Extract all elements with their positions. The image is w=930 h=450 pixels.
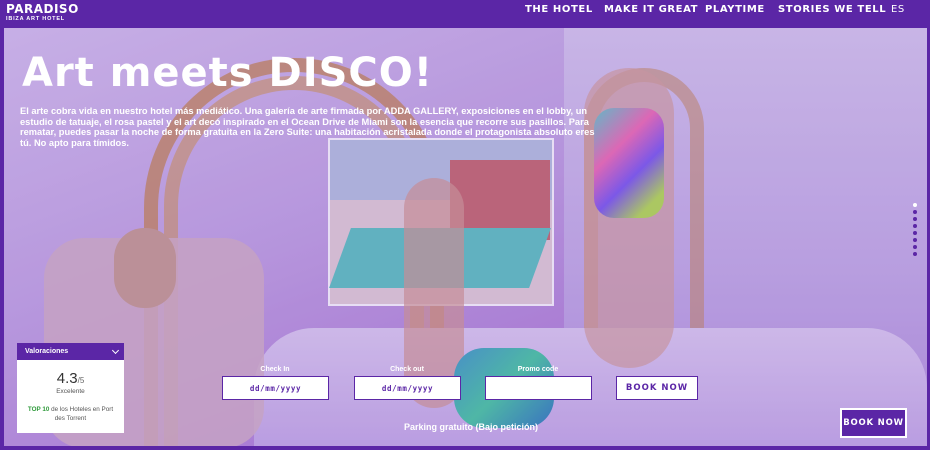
checkout-date-field[interactable]: dd/mm/yyyy <box>354 376 461 400</box>
rating-score-scale: /5 <box>77 376 85 385</box>
slide-dot-6[interactable] <box>913 238 917 242</box>
slide-dot-7[interactable] <box>913 245 917 249</box>
rating-score: 4.3/5 <box>17 370 124 388</box>
slide-pagination <box>912 203 918 259</box>
slide-dot-1[interactable] <box>913 203 917 207</box>
floating-book-now-button[interactable]: BOOK NOW <box>840 408 907 438</box>
brand-name: PARADISO <box>6 2 79 16</box>
slide-dot-3[interactable] <box>913 217 917 221</box>
ratings-header[interactable]: Valoraciones <box>17 343 124 360</box>
rating-top-ranking: TOP 10 de los Hoteles en Port des Torren… <box>17 405 124 423</box>
promo-code-label: Promo code <box>517 366 559 373</box>
slide-dot-4[interactable] <box>913 224 917 228</box>
nav-item-the-hotel[interactable]: THE HOTEL <box>525 4 593 15</box>
rating-top-badge: TOP 10 <box>27 406 50 413</box>
ratings-header-label: Valoraciones <box>25 348 69 355</box>
checkin-label: Check In <box>260 366 290 373</box>
rating-score-value: 4.3 <box>56 370 78 387</box>
chevron-down-icon[interactable] <box>111 346 120 354</box>
hero-description: El arte cobra vida en nuestro hotel más … <box>20 106 595 148</box>
hero-title: Art meets DISCO! <box>22 50 434 96</box>
rating-label: Excelente <box>56 388 85 395</box>
nav-item-playtime[interactable]: PLAYTIME <box>705 4 765 15</box>
checkin-date-field[interactable]: dd/mm/yyyy <box>222 376 329 400</box>
hero-section: Art meets DISCO! El arte cobra vida en n… <box>4 28 927 446</box>
frame-left-border <box>0 28 4 450</box>
paradiso-logo[interactable]: PARADISO IBIZA ART HOTEL <box>6 3 79 22</box>
ratings-widget: Valoraciones 4.3/5 Excelente TOP 10 de l… <box>17 343 124 433</box>
slide-dot-8[interactable] <box>913 252 917 256</box>
rating-top-text: de los Hoteles en Port des Torrent <box>51 406 114 422</box>
slide-dot-2[interactable] <box>913 210 917 214</box>
language-switch[interactable]: ES <box>891 4 905 15</box>
top-navigation-bar: PARADISO IBIZA ART HOTEL THE HOTEL MAKE … <box>0 0 930 28</box>
checkout-label: Check out <box>390 366 424 373</box>
book-now-button[interactable]: BOOK NOW <box>616 376 698 400</box>
parking-note: Parking gratuito (Bajo petición) <box>404 422 539 432</box>
nav-item-make-it-great[interactable]: MAKE IT GREAT <box>604 4 698 15</box>
slide-dot-5[interactable] <box>913 231 917 235</box>
promo-code-input[interactable] <box>485 376 592 400</box>
brand-tagline: IBIZA ART HOTEL <box>6 16 65 22</box>
frame-bottom-border <box>0 446 930 450</box>
nav-item-stories-we-tell[interactable]: STORIES WE TELL <box>778 4 886 15</box>
